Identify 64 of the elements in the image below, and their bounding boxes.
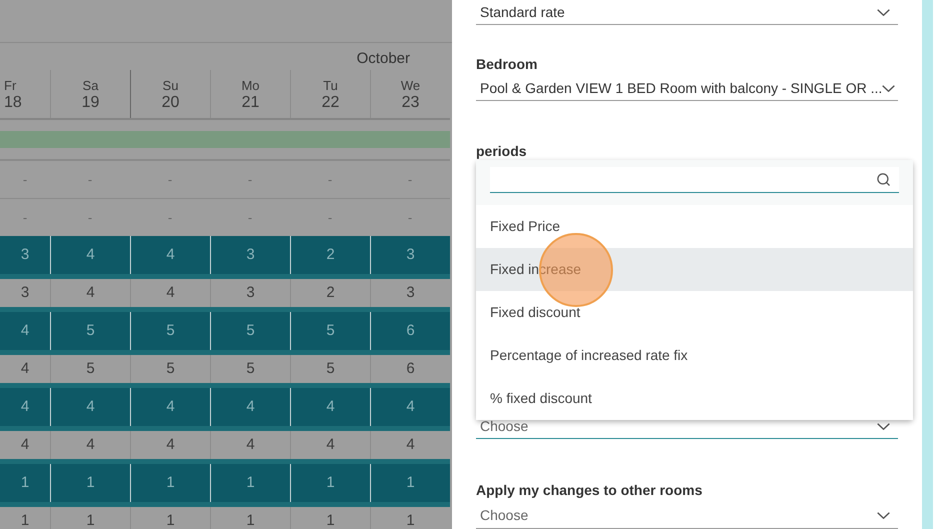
search-field[interactable] — [490, 167, 899, 193]
field-label: periods — [476, 142, 527, 161]
dropdown-option[interactable]: Fixed discount — [476, 291, 913, 334]
table-cell-text: 3 — [20, 282, 30, 303]
dropdown-option[interactable]: Percentage of increased rate fix — [476, 334, 913, 377]
table-cell-text: 1 — [20, 472, 30, 493]
day-header: Mo 21 — [210, 70, 290, 118]
table-cell: 4 — [130, 279, 210, 307]
day-header: Tu 22 — [290, 70, 370, 118]
table-cell: 5 — [130, 355, 210, 383]
table-cell: 4 — [210, 431, 290, 459]
table-cell-text: - — [86, 208, 94, 227]
dropdown-option[interactable]: % fixed discount — [476, 377, 913, 420]
table-cell: 3 — [210, 279, 290, 307]
day-header: Sa 19 — [50, 70, 130, 118]
dropdown-option[interactable]: Fixed increase — [476, 248, 913, 291]
chevron-down-icon — [877, 422, 890, 430]
chevron-down-icon — [882, 84, 896, 92]
table-cell-text: 3 — [20, 244, 30, 265]
table-cell-text: 4 — [20, 320, 30, 341]
table-cell-text: - — [406, 208, 414, 227]
day-header: Su 20 — [130, 70, 210, 118]
table-cell-text: 4 — [20, 358, 30, 379]
select-field[interactable]: Standard rate — [476, 0, 898, 26]
table-cell: 3 — [370, 279, 450, 307]
table-cell: 1 — [50, 507, 130, 529]
table-cell: 4 — [370, 431, 450, 459]
table-cell: 4 — [290, 431, 370, 459]
table-cell: 1 — [130, 507, 210, 529]
table-cell-text: - — [406, 170, 414, 189]
table-cell-text: - — [22, 170, 28, 189]
dropdown-option[interactable]: Fixed Price — [476, 205, 913, 248]
table-cell-text: - — [166, 208, 174, 227]
search-icon — [876, 172, 891, 187]
table-cell: 6 — [370, 355, 450, 383]
field-label: Apply my changes to other rooms — [476, 480, 702, 500]
field-label: Bedroom — [476, 55, 538, 74]
table-cell-text: 4 — [20, 434, 30, 455]
table-cell-text: - — [86, 170, 94, 189]
table-cell: 4 — [50, 279, 130, 307]
table-cell-text: - — [22, 208, 28, 227]
table-cell: 4 — [50, 431, 130, 459]
table-cell-text: - — [246, 170, 254, 189]
table-cell: 4 — [130, 431, 210, 459]
table-cell-text: 4 — [20, 396, 30, 417]
table-cell-text: - — [326, 170, 334, 189]
table-cell: 1 — [370, 507, 450, 529]
select-field[interactable]: Choose — [476, 504, 898, 529]
day-header: We 23 — [370, 70, 450, 118]
table-cell: 1 — [290, 507, 370, 529]
table-cell-text: 1 — [20, 510, 30, 529]
table-cell: 5 — [210, 355, 290, 383]
table-cell: 2 — [290, 279, 370, 307]
table-cell: 5 — [50, 355, 130, 383]
day-header: Fr 18 — [3, 77, 23, 113]
table-cell-text: - — [246, 208, 254, 227]
chevron-down-icon — [877, 8, 890, 16]
table-cell: 1 — [210, 507, 290, 529]
table-cell-text: - — [326, 208, 334, 227]
table-cell-text: - — [166, 170, 174, 189]
month-label: October — [356, 48, 410, 68]
chevron-down-icon — [877, 512, 890, 520]
select-field[interactable]: Pool & Garden VIEW 1 BED Room with balcony - SINGLE OR ... — [476, 76, 898, 102]
table-cell: 5 — [290, 355, 370, 383]
